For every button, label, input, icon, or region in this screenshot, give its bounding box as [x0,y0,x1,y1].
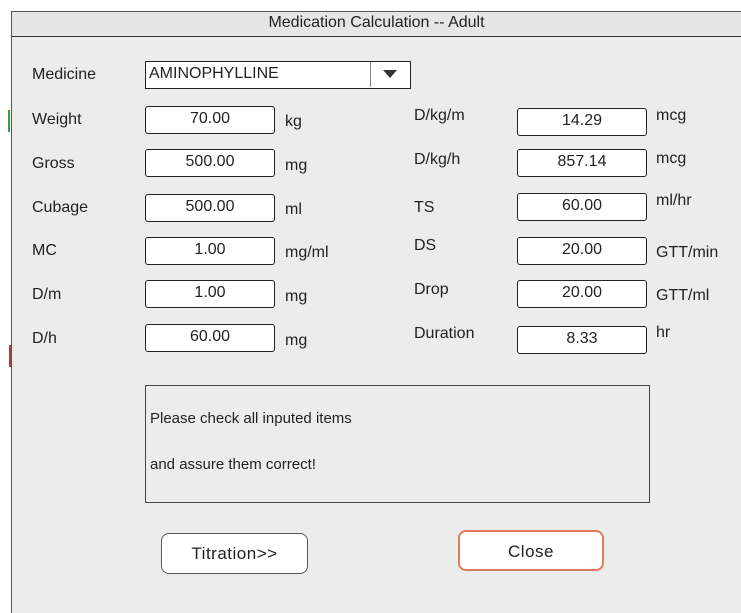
dkgh-field[interactable]: 857.14 [517,149,647,177]
weight-field[interactable]: 70.00 [145,106,275,134]
cubage-unit: ml [285,201,302,218]
dkgh-unit: mcg [656,150,687,167]
dm-label: D/m [32,286,62,303]
medication-calculation-dialog: Medication Calculation -- Adult Medicine… [11,11,741,613]
message-box: Please check all inputed items and assur… [145,385,650,503]
ts-unit: ml/hr [656,192,692,209]
chevron-down-icon [383,70,397,78]
close-button[interactable]: Close [458,530,604,571]
medicine-dropdown-button[interactable] [370,62,410,87]
dkgh-label: D/kg/h [414,151,461,168]
medicine-select-value: AMINOPHYLLINE [149,65,279,82]
dm-unit: mg [285,288,308,305]
edge-marker-green [8,110,10,132]
ds-label: DS [414,237,437,254]
medicine-select[interactable]: AMINOPHYLLINE [145,61,411,89]
drop-label: Drop [414,281,449,298]
dh-field[interactable]: 60.00 [145,324,275,352]
ts-label: TS [414,199,435,216]
medicine-label: Medicine [32,66,97,83]
message-line-2: and assure them correct! [150,456,316,473]
mc-field[interactable]: 1.00 [145,237,275,265]
gross-label: Gross [32,155,75,172]
dkgm-label: D/kg/m [414,107,465,124]
dkgm-unit: mcg [656,107,687,124]
mc-unit: mg/ml [285,244,329,261]
dh-label: D/h [32,330,57,347]
duration-field[interactable]: 8.33 [517,326,647,354]
ds-field[interactable]: 20.00 [517,237,647,265]
mc-label: MC [32,242,57,259]
weight-label: Weight [32,111,82,128]
message-line-1: Please check all inputed items [150,410,352,427]
ds-unit: GTT/min [656,244,719,261]
dh-unit: mg [285,332,308,349]
titration-button[interactable]: Titration>> [161,533,308,574]
drop-field[interactable]: 20.00 [517,280,647,308]
dialog-title: Medication Calculation -- Adult [12,12,741,37]
duration-label: Duration [414,325,475,342]
dkgm-field[interactable]: 14.29 [517,108,647,136]
cubage-field[interactable]: 500.00 [145,194,275,222]
weight-unit: kg [285,113,302,130]
duration-unit: hr [656,324,671,341]
gross-field[interactable]: 500.00 [145,149,275,177]
dm-field[interactable]: 1.00 [145,280,275,308]
ts-field[interactable]: 60.00 [517,193,647,221]
gross-unit: mg [285,157,308,174]
drop-unit: GTT/ml [656,287,710,304]
cubage-label: Cubage [32,199,89,216]
